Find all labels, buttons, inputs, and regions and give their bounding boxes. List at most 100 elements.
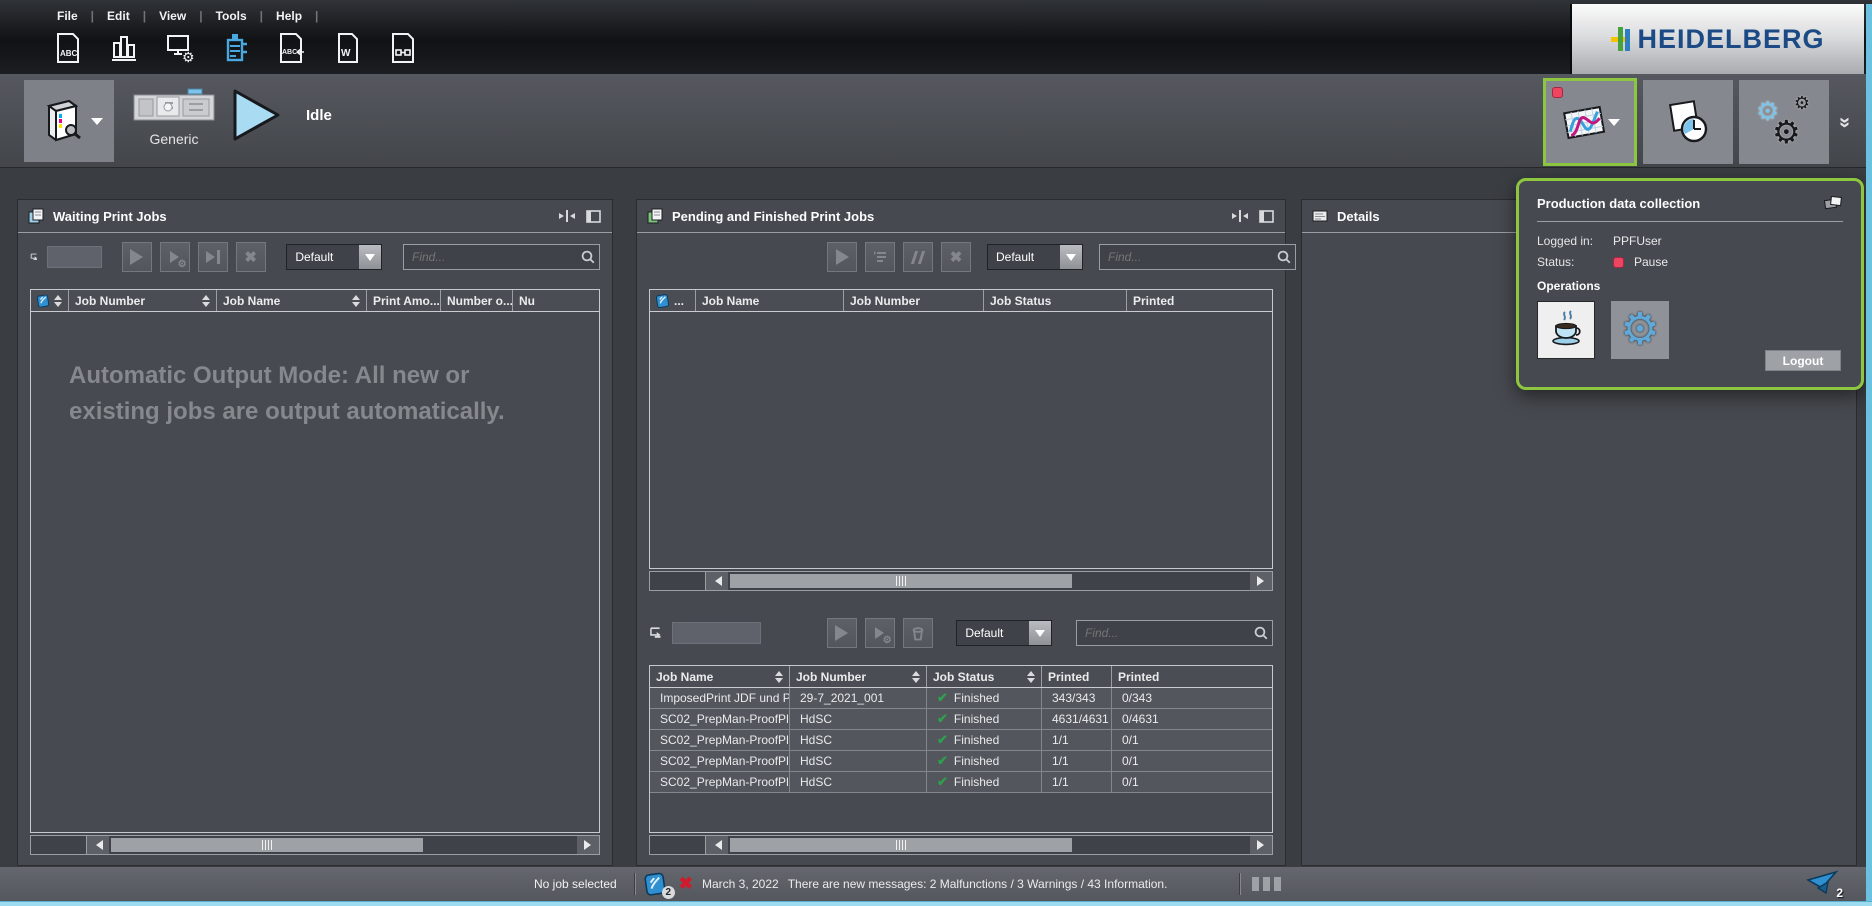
resume-job-button[interactable] — [827, 242, 857, 272]
start-with-options-button[interactable]: ⚙ — [160, 242, 190, 272]
waiting-filter-value: Default — [287, 250, 359, 264]
table-row[interactable]: SC02_PrepMan-ProofPlat... HdSC Finished … — [650, 772, 1272, 793]
delete-job-button[interactable]: ✖ — [236, 242, 266, 272]
table-row[interactable]: SC02_PrepMan-ProofPlat... HdSC Finished … — [650, 751, 1272, 772]
preview-document-icon[interactable]: W — [332, 29, 364, 67]
machine-icon[interactable] — [220, 29, 252, 67]
column-number-of[interactable]: Number o... — [441, 290, 513, 311]
pending-panel-header: Pending and Finished Print Jobs — [637, 200, 1285, 233]
column-print-amount[interactable]: Print Amo... — [367, 290, 441, 311]
scroll-left-button[interactable] — [87, 836, 109, 854]
column-job-type[interactable] — [31, 290, 69, 311]
menu-help[interactable]: Help — [263, 9, 315, 23]
column-job-number[interactable]: Job Number — [790, 666, 927, 687]
column-job-number[interactable]: Job Number — [844, 290, 984, 311]
pending-filter-dropdown[interactable]: Default — [987, 244, 1083, 270]
column-printed[interactable]: Printed — [1042, 666, 1112, 687]
scroll-left-button[interactable] — [706, 836, 728, 854]
maximize-panel-icon[interactable] — [1259, 210, 1275, 223]
heidelberg-logo: HEIDELBERG — [1570, 4, 1864, 74]
pause-job-button[interactable] — [903, 242, 933, 272]
toolbar-overflow-chevron-icon[interactable]: » — [1833, 117, 1856, 126]
waiting-toolbar: ⚙ ✖ Default — [18, 233, 612, 281]
waiting-filter-dropdown[interactable]: Default — [286, 244, 382, 270]
menu-tools[interactable]: Tools — [203, 9, 260, 23]
table-row[interactable]: SC02_PrepMan-ProofPlat... HdSC Finished … — [650, 709, 1272, 730]
divider — [1240, 873, 1241, 895]
pin-panel-icon[interactable] — [1823, 195, 1843, 211]
print-statistics-icon[interactable] — [108, 29, 140, 67]
reprint-with-options-button[interactable]: ⚙ — [865, 618, 895, 648]
top-menu-bar: File| Edit| View| Tools| Help| ABC ⚙ ABC — [0, 0, 1872, 74]
column-job-name[interactable]: Job Name — [696, 290, 844, 311]
pending-panel-title: Pending and Finished Print Jobs — [672, 209, 874, 224]
outbox-button[interactable]: 2 — [1806, 870, 1840, 899]
reprint-job-button[interactable] — [827, 618, 857, 648]
status-message: There are new messages: 2 Malfunctions /… — [788, 877, 1168, 891]
column-job-name[interactable]: Job Name — [217, 290, 367, 311]
column-printed-2[interactable]: Printed — [1112, 666, 1272, 687]
waiting-find-input[interactable] — [404, 250, 577, 264]
job-report-icon[interactable]: ABC — [52, 29, 84, 67]
finished-filter-dropdown[interactable]: Default — [956, 620, 1052, 646]
machine-select-button[interactable] — [24, 80, 114, 162]
document-clock-icon — [1663, 99, 1713, 145]
machine-thumbnail[interactable]: Generic — [128, 86, 220, 147]
status-label: Status: — [1537, 255, 1613, 269]
scrollbar-thumb[interactable] — [111, 838, 423, 852]
malfunction-icon: ✖ — [679, 874, 693, 894]
import-job-icon[interactable]: ABC — [276, 29, 308, 67]
table-row[interactable]: SC02_PrepMan-ProofPlat... HdSC Finished … — [650, 730, 1272, 751]
start-job-button[interactable] — [122, 242, 152, 272]
statusbar-grip-handle[interactable] — [1252, 877, 1281, 891]
machine-name-label: Generic — [128, 131, 220, 147]
collapse-panel-icon[interactable] — [558, 210, 576, 222]
status-bar: No job selected 2 ✖ March 3, 2022 There … — [0, 866, 1872, 901]
job-group-field[interactable] — [672, 622, 760, 644]
column-job-status[interactable]: Job Status — [984, 290, 1127, 311]
column-truncated[interactable]: Nu — [513, 290, 599, 311]
linked-document-icon[interactable] — [388, 29, 420, 67]
pause-break-button[interactable] — [1537, 301, 1595, 359]
scroll-right-button[interactable] — [1250, 572, 1272, 590]
search-icon — [1273, 250, 1295, 264]
delete-finished-job-button[interactable] — [903, 618, 933, 648]
gear-icon: ⚙ — [1620, 308, 1659, 352]
menu-view[interactable]: View — [146, 9, 199, 23]
column-job-status[interactable]: Job Status — [927, 666, 1042, 687]
scroll-right-button[interactable] — [577, 836, 599, 854]
job-group-field[interactable] — [47, 246, 102, 268]
data-settings-button[interactable]: ⚙ — [1611, 301, 1669, 359]
column-job-name[interactable]: Job Name — [650, 666, 790, 687]
selection-status: No job selected — [524, 872, 627, 896]
table-row[interactable]: ImposedPrint JDF und PPF 29-7_2021_001 F… — [650, 688, 1272, 709]
scrollbar-thumb[interactable] — [730, 838, 1072, 852]
cancel-job-button[interactable]: ✖ — [941, 242, 971, 272]
system-settings-icon[interactable]: ⚙ — [164, 29, 196, 67]
job-queue-button[interactable] — [865, 242, 895, 272]
settings-button[interactable]: ⚙⚙⚙ — [1739, 80, 1829, 164]
maximize-panel-icon[interactable] — [586, 210, 602, 223]
column-job-type[interactable]: ... — [650, 290, 696, 311]
production-data-collection-button[interactable] — [1545, 80, 1635, 164]
machine-status: Idle — [230, 86, 332, 144]
status-value: Pause — [1634, 255, 1668, 269]
menu-file[interactable]: File — [44, 9, 91, 23]
pending-table-header: ... Job Name Job Number Job Status Print… — [650, 290, 1272, 312]
skip-to-end-button[interactable] — [198, 242, 228, 272]
collapse-panel-icon[interactable] — [1231, 210, 1249, 222]
logout-button[interactable]: Logout — [1765, 350, 1841, 371]
scroll-left-button[interactable] — [706, 572, 728, 590]
production-data-caret-icon — [1608, 119, 1620, 132]
finished-check-icon: Finished — [927, 730, 1042, 750]
delayed-jobs-button[interactable] — [1643, 80, 1733, 164]
column-printed[interactable]: Printed — [1127, 290, 1272, 311]
menu-edit[interactable]: Edit — [94, 9, 143, 23]
scroll-right-button[interactable] — [1250, 836, 1272, 854]
finished-find-input[interactable] — [1077, 626, 1250, 640]
pending-find-input[interactable] — [1100, 250, 1273, 264]
messages-area[interactable]: 2 ✖ March 3, 2022 There are new messages… — [644, 872, 1168, 896]
column-job-number[interactable]: Job Number — [69, 290, 217, 311]
window-frame-bottom — [0, 901, 1872, 906]
scrollbar-thumb[interactable] — [730, 574, 1072, 588]
